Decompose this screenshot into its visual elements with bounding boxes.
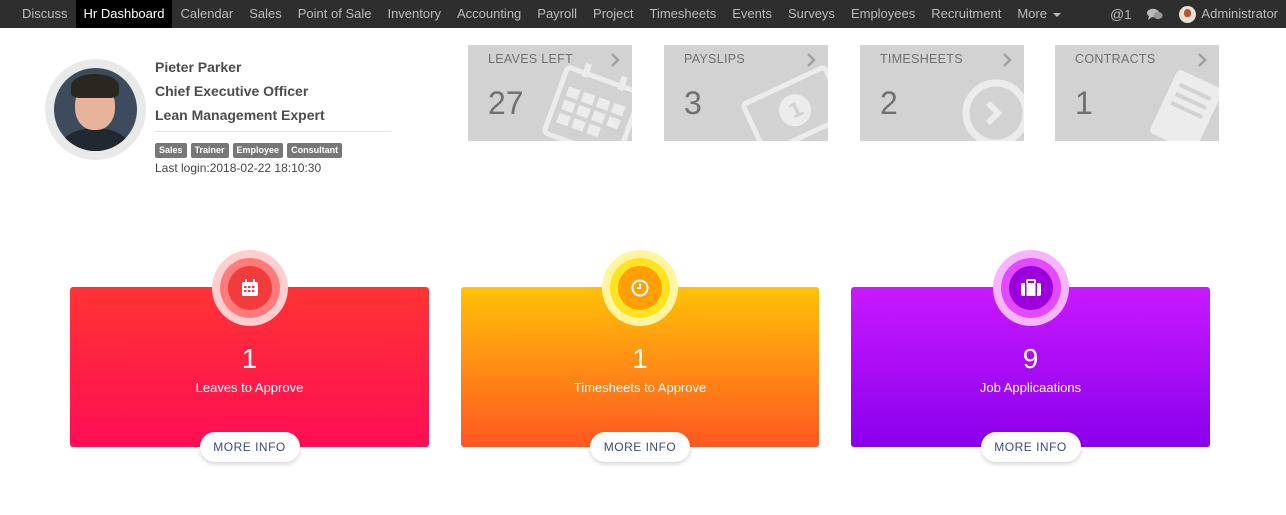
card-leaves-to-approve: 1 Leaves to Approve MORE INFO xyxy=(70,250,429,462)
clock-icon xyxy=(962,79,1024,141)
caret-down-icon xyxy=(1052,12,1061,17)
chevron-right-icon xyxy=(1198,53,1207,67)
more-info-button[interactable]: MORE INFO xyxy=(590,432,690,462)
card-text: Timesheets to Approve xyxy=(573,380,707,395)
user-avatar xyxy=(1179,6,1197,24)
nav-item-project[interactable]: Project xyxy=(585,0,641,28)
tag-consultant: Consultant xyxy=(287,143,343,158)
profile-tags: Sales Trainer Employee Consultant xyxy=(155,143,343,158)
profile-photo-image xyxy=(54,68,137,151)
tag-employee: Employee xyxy=(232,143,284,158)
briefcase-icon xyxy=(1020,279,1041,296)
more-info-button[interactable]: MORE INFO xyxy=(980,432,1081,462)
mentions-button[interactable]: @1 xyxy=(1102,0,1139,28)
photo-hair xyxy=(71,74,119,98)
clock-icon xyxy=(631,279,649,297)
calendar-icon xyxy=(241,279,258,296)
tile-payslips[interactable]: 1 PAYSLIPS 3 xyxy=(664,45,828,141)
card-count: 9 xyxy=(1022,343,1039,374)
card-icon-ring xyxy=(1000,258,1061,318)
tile-leaves-left[interactable]: LEAVES LEFT 27 xyxy=(468,45,632,141)
nav-item-calendar[interactable]: Calendar xyxy=(172,0,241,28)
tile-value: 3 xyxy=(684,85,702,121)
nav-item-employees[interactable]: Employees xyxy=(843,0,923,28)
card-icon-core xyxy=(618,266,662,310)
top-navbar: Discuss Hr Dashboard Calendar Sales Poin… xyxy=(0,0,1286,28)
more-info-button[interactable]: MORE INFO xyxy=(199,432,300,462)
tile-value: 2 xyxy=(880,85,898,121)
tile-label: PAYSLIPS xyxy=(684,52,745,66)
nav-item-hr-dashboard[interactable]: Hr Dashboard xyxy=(75,0,173,28)
user-menu[interactable]: Administrator xyxy=(1171,0,1286,28)
card-icon-badge xyxy=(211,250,288,326)
tile-timesheets[interactable]: TIMESHEETS 2 xyxy=(860,45,1024,141)
photo-shirt xyxy=(60,128,130,151)
tile-label: TIMESHEETS xyxy=(880,52,963,66)
chevron-right-icon xyxy=(807,53,816,67)
profile-expertise: Lean Management Expert xyxy=(155,107,325,123)
profile-avatar xyxy=(45,59,146,160)
nav-more-dropdown[interactable]: More xyxy=(1009,0,1069,28)
card-icon-ring xyxy=(219,258,280,318)
nav-item-surveys[interactable]: Surveys xyxy=(780,0,843,28)
card-icon-core xyxy=(1008,266,1053,310)
tile-label: CONTRACTS xyxy=(1075,52,1156,66)
tag-trainer: Trainer xyxy=(190,143,229,158)
nav-item-sales[interactable]: Sales xyxy=(241,0,290,28)
nav-item-inventory[interactable]: Inventory xyxy=(379,0,448,28)
chevron-right-icon xyxy=(1003,53,1012,67)
nav-more-label: More xyxy=(1017,6,1047,21)
nav-item-accounting[interactable]: Accounting xyxy=(449,0,529,28)
last-login: Last login:2018-02-22 18:10:30 xyxy=(155,161,322,175)
nav-item-events[interactable]: Events xyxy=(724,0,780,28)
tile-contracts[interactable]: CONTRACTS 1 xyxy=(1055,45,1219,141)
nav-item-discuss[interactable]: Discuss xyxy=(0,0,76,28)
card-icon-badge xyxy=(602,250,678,326)
nav-item-recruitment[interactable]: Recruitment xyxy=(923,0,1009,28)
card-timesheets-to-approve: 1 Timesheets to Approve MORE INFO xyxy=(461,250,819,462)
card-icon-ring xyxy=(610,258,670,318)
nav-item-point-of-sale[interactable]: Point of Sale xyxy=(290,0,380,28)
nav-item-timesheets[interactable]: Timesheets xyxy=(642,0,725,28)
card-text: Leaves to Approve xyxy=(195,380,304,395)
card-count: 1 xyxy=(632,343,648,374)
card-text: Job Applicaations xyxy=(979,380,1082,395)
at-icon: @ xyxy=(1109,6,1125,22)
profile-job-title: Chief Executive Officer xyxy=(155,83,309,99)
profile-divider xyxy=(155,131,391,132)
chat-icon xyxy=(1147,8,1164,21)
money-icon: 1 xyxy=(741,65,828,141)
mentions-count: 1 xyxy=(1124,7,1132,22)
calendar-icon xyxy=(542,62,632,141)
tile-label: LEAVES LEFT xyxy=(488,52,574,66)
tile-value: 27 xyxy=(488,85,524,121)
book-icon xyxy=(1150,69,1219,141)
card-job-applications: 9 Job Applicaations MORE INFO xyxy=(851,250,1210,462)
messages-button[interactable] xyxy=(1139,0,1171,28)
tile-value: 1 xyxy=(1075,85,1093,121)
tag-sales: Sales xyxy=(155,143,187,158)
card-icon-badge xyxy=(992,250,1069,326)
user-name: Administrator xyxy=(1201,6,1278,21)
profile-name: Pieter Parker xyxy=(155,59,242,75)
chevron-right-icon xyxy=(611,53,620,67)
navbar-systray: @1 Administrator xyxy=(1102,0,1286,28)
card-count: 1 xyxy=(241,343,258,374)
nav-item-payroll[interactable]: Payroll xyxy=(529,0,585,28)
card-icon-core xyxy=(227,266,272,310)
